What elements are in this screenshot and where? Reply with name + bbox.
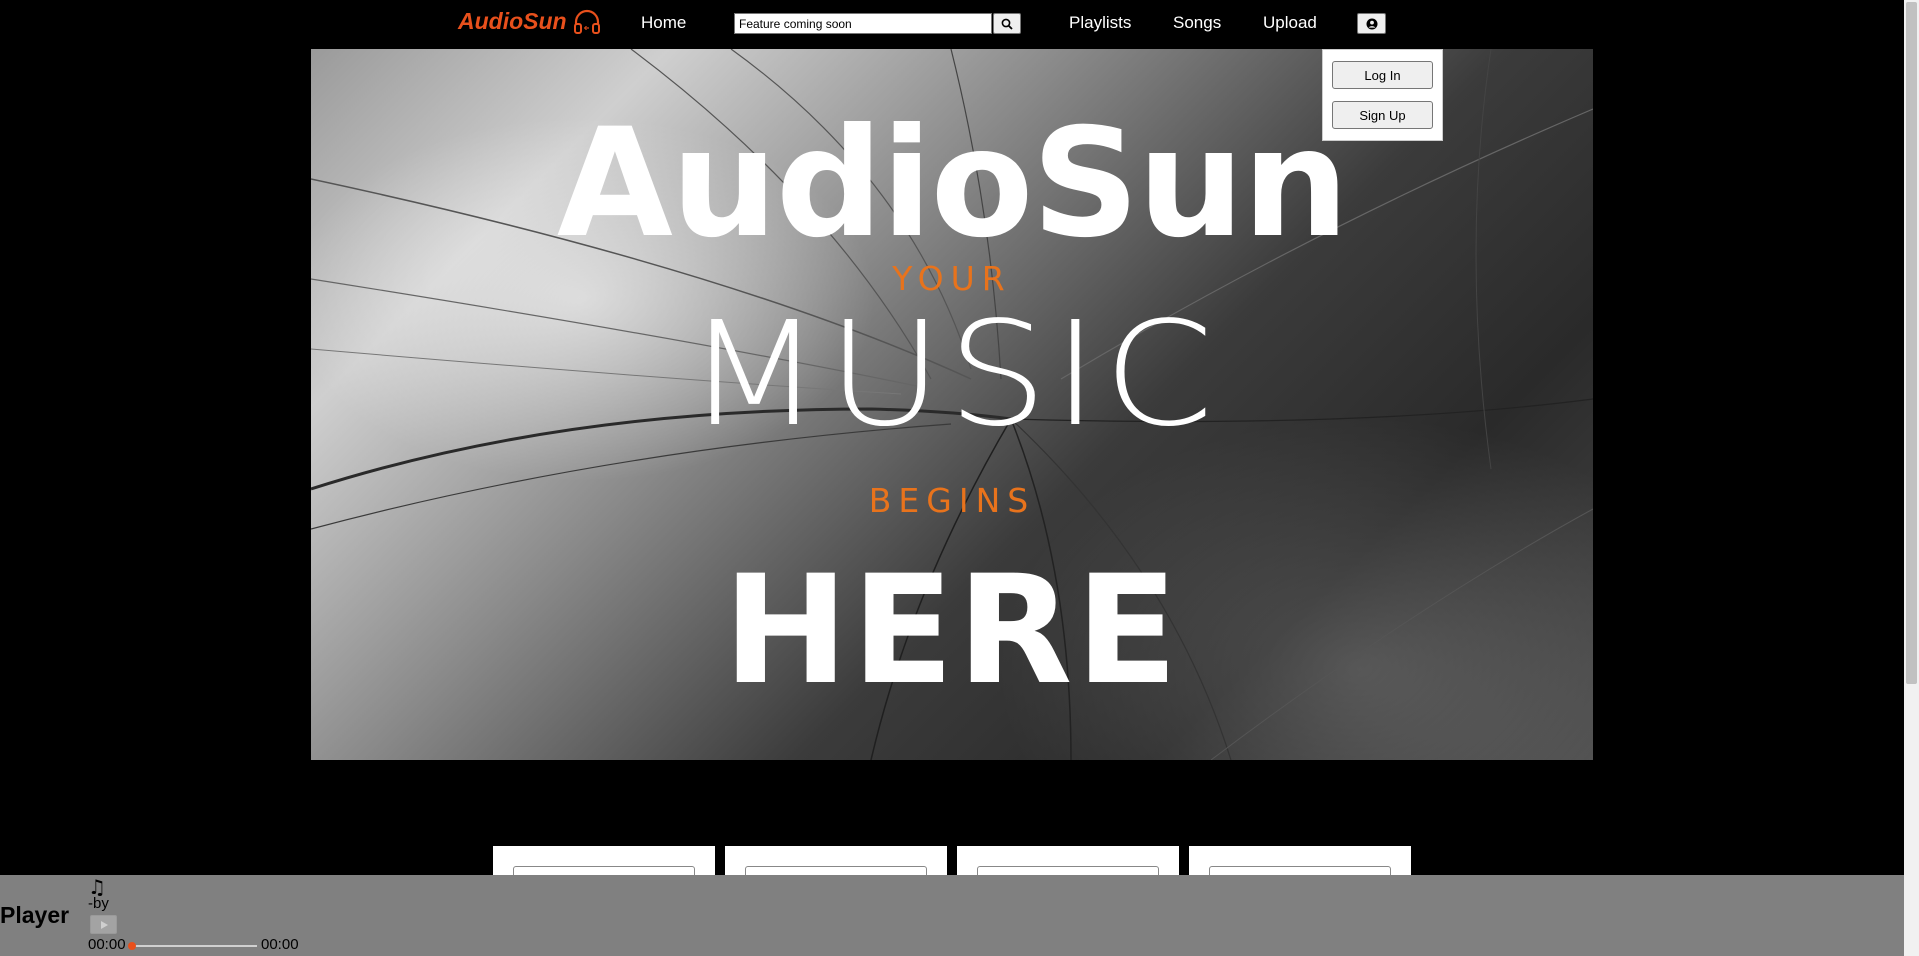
logo-link[interactable]: AudioSun xyxy=(458,8,601,35)
hero-tagline-here: HERE xyxy=(723,544,1181,718)
hero-tagline-music: MUSIC xyxy=(685,290,1219,458)
track-artist-text: -by xyxy=(88,895,109,912)
nav-songs-link[interactable]: Songs xyxy=(1173,13,1221,33)
hero-tagline-begins: BEGINS xyxy=(868,481,1036,520)
progress-thumb[interactable] xyxy=(128,942,136,950)
current-time: 00:00 xyxy=(88,936,126,953)
search-input[interactable] xyxy=(734,13,992,34)
headphones-icon xyxy=(573,9,601,35)
music-player-bar: Player ♫ -by 00:00 00:00 xyxy=(0,875,1904,956)
nav-playlists-link[interactable]: Playlists xyxy=(1069,13,1131,33)
signup-button[interactable]: Sign Up xyxy=(1332,101,1433,129)
search-button[interactable] xyxy=(993,13,1021,34)
user-circle-icon xyxy=(1366,18,1377,29)
top-navbar: AudioSun Home Playlists Songs Upload xyxy=(0,0,1919,48)
progress-slider[interactable] xyxy=(128,942,257,950)
logo-text: AudioSun xyxy=(458,8,567,34)
account-dropdown-menu: Log In Sign Up xyxy=(1322,49,1443,141)
search-icon xyxy=(1001,18,1013,30)
page-scrollbar[interactable] xyxy=(1904,0,1919,956)
nav-upload-link[interactable]: Upload xyxy=(1263,13,1317,33)
login-button[interactable]: Log In xyxy=(1332,61,1433,89)
hero-banner: AudioSun YOUR MUSIC BEGINS HERE xyxy=(311,49,1593,760)
player-label: Player xyxy=(0,902,70,928)
nav-home-link[interactable]: Home xyxy=(641,13,686,33)
scrollbar-thumb[interactable] xyxy=(1906,2,1917,684)
play-icon xyxy=(100,920,108,929)
play-button[interactable] xyxy=(90,915,117,934)
account-button[interactable] xyxy=(1357,13,1386,34)
total-time: 00:00 xyxy=(261,936,299,953)
